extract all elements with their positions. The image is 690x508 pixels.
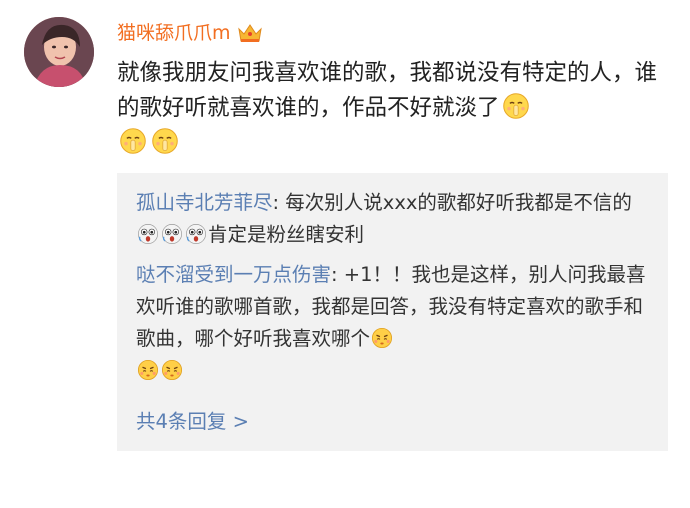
- avatar-image: [24, 17, 94, 87]
- crown-badge-icon[interactable]: [237, 22, 263, 44]
- reply-author-link[interactable]: 哒不溜受到一万点伤害: [136, 263, 331, 286]
- replies-panel: 孤山寺北芳菲尽: 每次别人说xxx的歌都好听我都是不信的肯定是粉丝瞎安利 哒不溜…: [117, 173, 668, 451]
- comment-text: 就像我朋友问我喜欢谁的歌，我都说没有特定的人，谁的歌好听就喜欢谁的，作品不好就淡…: [117, 60, 658, 121]
- shush-emoji: [502, 92, 530, 120]
- shocked-emoji: [185, 223, 207, 245]
- reply-text: 每次别人说xxx的歌都好听我都是不信的: [285, 191, 632, 214]
- username-row: 猫咪舔爪爪m: [117, 20, 263, 46]
- comment-body: 就像我朋友问我喜欢谁的歌，我都说没有特定的人，谁的歌好听就喜欢谁的，作品不好就淡…: [117, 56, 657, 161]
- shocked-emoji: [161, 223, 183, 245]
- pouting-emoji: [161, 359, 183, 381]
- pouting-emoji: [137, 359, 159, 381]
- avatar[interactable]: [24, 17, 94, 87]
- reply-separator: :: [272, 191, 286, 214]
- reply-author-link[interactable]: 孤山寺北芳菲尽: [136, 191, 273, 214]
- reply-item: 哒不溜受到一万点伤害: +1！！我也是这样，别人问我最喜欢听谁的歌哪首歌，我都是…: [136, 259, 651, 387]
- reply-item: 孤山寺北芳菲尽: 每次别人说xxx的歌都好听我都是不信的肯定是粉丝瞎安利: [136, 187, 651, 251]
- pouting-emoji: [371, 327, 393, 349]
- username-link[interactable]: 猫咪舔爪爪m: [117, 20, 231, 46]
- reply-text-tail: 肯定是粉丝瞎安利: [208, 223, 365, 246]
- shocked-emoji: [137, 223, 159, 245]
- shush-emoji: [119, 127, 147, 155]
- shush-emoji: [151, 127, 179, 155]
- view-more-replies-link[interactable]: 共4条回复 >: [136, 406, 249, 438]
- reply-separator: :: [331, 263, 344, 286]
